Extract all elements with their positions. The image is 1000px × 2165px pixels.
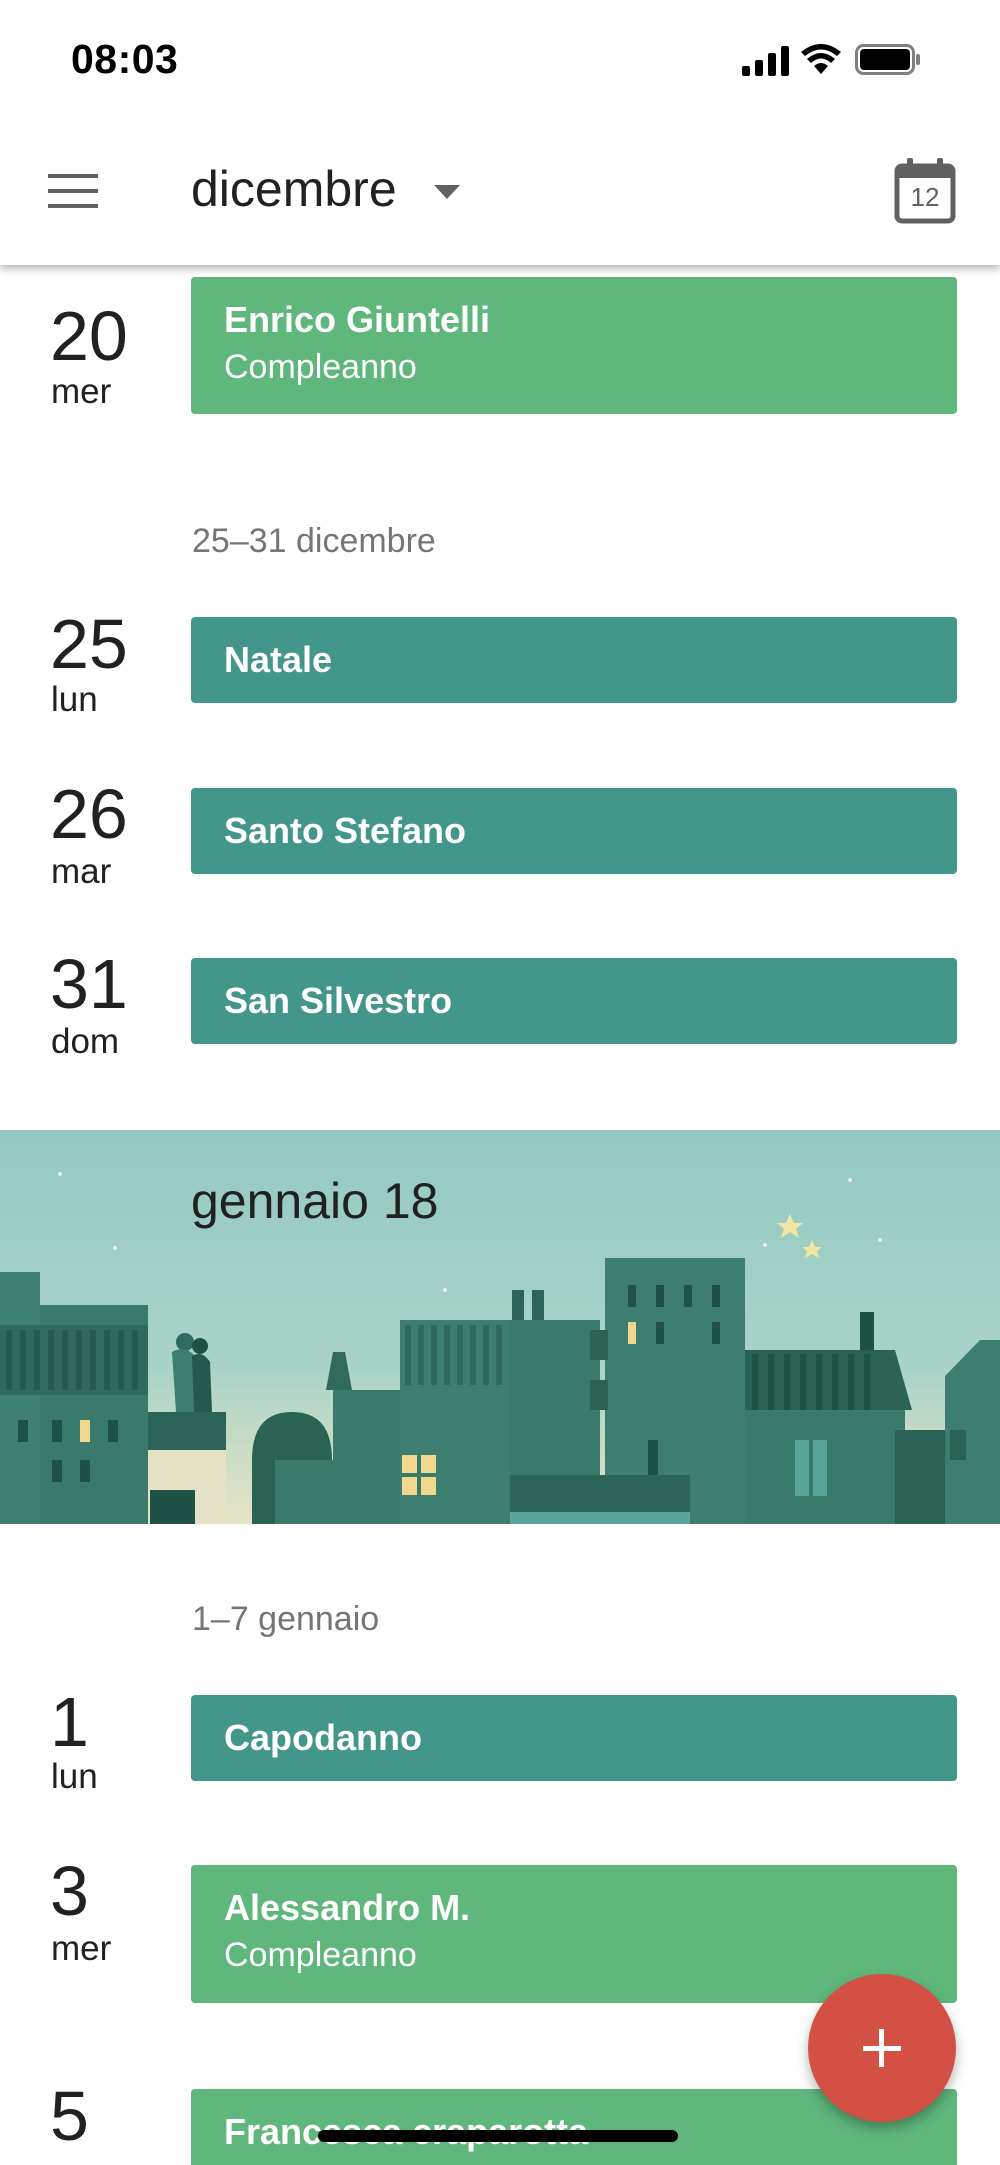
event-card[interactable]: Santo Stefano: [191, 788, 957, 874]
event-title: San Silvestro: [224, 980, 453, 1021]
week-range-label: 25–31 dicembre: [192, 522, 436, 560]
city-illustration: [0, 1130, 1000, 1524]
agenda-list[interactable]: 20 mer Enrico Giuntelli Compleanno 25–31…: [0, 0, 1000, 2165]
home-indicator[interactable]: [318, 2130, 678, 2142]
status-bar: 08:03: [0, 0, 1000, 120]
day-number: 20: [50, 297, 128, 375]
day-number: 1: [50, 1683, 89, 1761]
month-banner-title: gennaio 18: [191, 1173, 439, 1229]
event-card[interactable]: San Silvestro: [191, 958, 957, 1044]
menu-icon[interactable]: [48, 172, 100, 212]
add-event-button[interactable]: [808, 1974, 956, 2122]
chevron-down-icon[interactable]: [432, 183, 462, 201]
event-card[interactable]: Capodanno: [191, 1695, 957, 1781]
day-number: 3: [50, 1852, 89, 1930]
battery-icon: [855, 44, 920, 75]
day-name: mer: [51, 1929, 112, 1968]
day-name: lun: [51, 680, 98, 719]
event-title: Natale: [224, 639, 333, 680]
day-number: 26: [50, 775, 128, 853]
event-card[interactable]: Alessandro M. Compleanno: [191, 1865, 957, 2003]
day-name: mer: [51, 372, 112, 411]
calendar-today-icon[interactable]: 12: [894, 156, 956, 224]
calendar-screen: 20 mer Enrico Giuntelli Compleanno 25–31…: [0, 0, 1000, 2165]
app-bar: dicembre 12: [0, 120, 1000, 265]
event-title: Alessandro M.: [224, 1887, 471, 1928]
today-date-number: 12: [910, 182, 940, 212]
month-banner: gennaio 18: [0, 1130, 1000, 1524]
event-card[interactable]: Enrico Giuntelli Compleanno: [191, 277, 957, 414]
day-name: dom: [51, 1022, 120, 1061]
event-card[interactable]: Natale: [191, 617, 957, 703]
event-title: Capodanno: [224, 1717, 422, 1758]
day-number: 5: [50, 2077, 89, 2155]
event-subtitle: Compleanno: [224, 1936, 417, 1974]
day-name: lun: [51, 1757, 98, 1796]
day-number: 31: [50, 945, 128, 1023]
day-number: 25: [50, 605, 128, 683]
wifi-icon: [801, 44, 841, 74]
event-title: Santo Stefano: [224, 810, 467, 851]
event-title: Enrico Giuntelli: [224, 299, 491, 340]
week-range-label: 1–7 gennaio: [192, 1600, 380, 1638]
day-name: mar: [51, 852, 112, 891]
cellular-signal-icon: [742, 46, 789, 76]
event-subtitle: Compleanno: [224, 348, 417, 386]
month-title[interactable]: dicembre: [191, 160, 397, 218]
status-time: 08:03: [71, 36, 179, 82]
